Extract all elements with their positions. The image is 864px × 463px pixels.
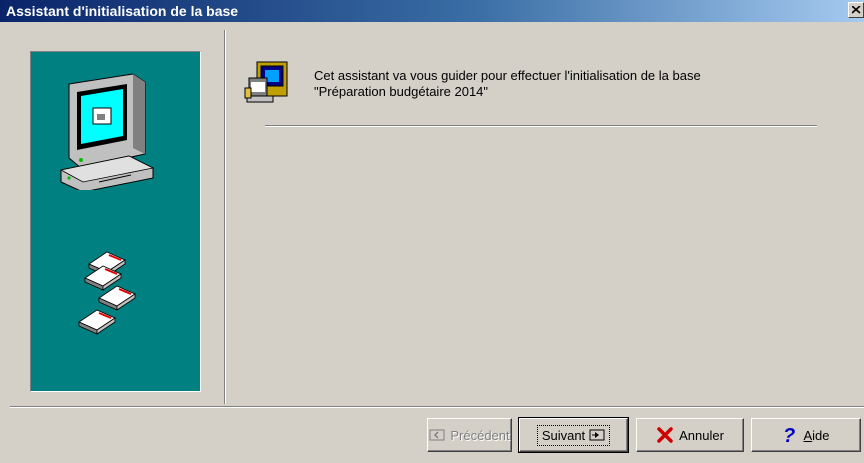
svg-text:?: ?	[783, 425, 795, 445]
help-button[interactable]: ? Aide	[751, 418, 861, 452]
computer-icon	[59, 73, 155, 190]
previous-label: Précédent	[450, 427, 510, 443]
intro-text: Cet assistant va vous guider pour effect…	[314, 68, 834, 100]
wizard-side-panel	[30, 51, 201, 392]
arrow-right-icon	[589, 429, 605, 441]
header-separator	[265, 125, 817, 126]
wizard-icon	[244, 61, 288, 103]
intro-line-2: "Préparation budgétaire 2014"	[314, 84, 489, 99]
previous-button[interactable]: Précédent	[427, 418, 512, 452]
close-icon	[852, 6, 861, 14]
floppy-disks-icon	[78, 251, 136, 335]
button-area-separator	[10, 406, 864, 407]
window-title: Assistant d'initialisation de la base	[6, 3, 239, 19]
panel-divider	[224, 30, 225, 404]
question-mark-icon: ?	[783, 425, 795, 445]
close-button[interactable]	[848, 2, 864, 18]
next-label: Suivant	[541, 427, 586, 443]
title-bar: Assistant d'initialisation de la base	[0, 0, 864, 22]
help-label: Aide	[803, 427, 830, 443]
cancel-button[interactable]: Annuler	[636, 418, 744, 452]
arrow-left-icon	[429, 429, 445, 441]
intro-line-1: Cet assistant va vous guider pour effect…	[314, 68, 701, 83]
red-x-icon	[657, 427, 673, 443]
cancel-label: Annuler	[679, 427, 724, 443]
next-button[interactable]: Suivant	[518, 417, 629, 453]
